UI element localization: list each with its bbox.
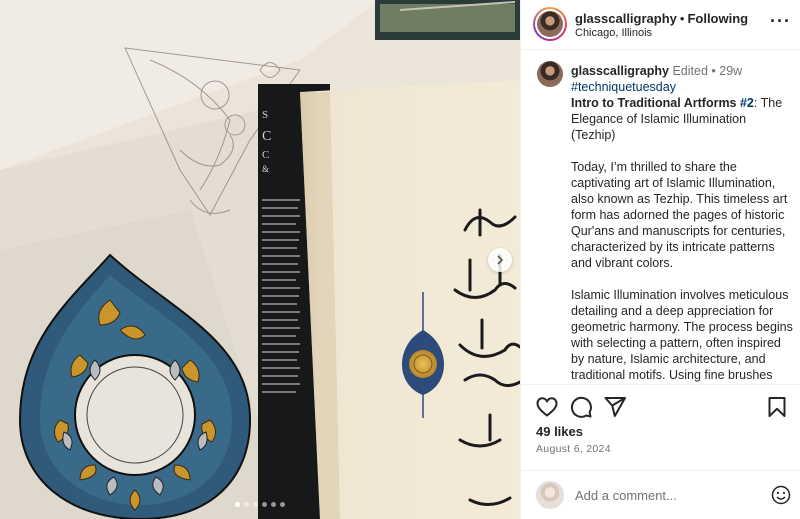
bookmark-icon — [768, 397, 786, 417]
save-button[interactable] — [765, 395, 789, 419]
caption-age[interactable]: 29w — [719, 64, 742, 78]
post-date[interactable]: August 6, 2024 — [536, 443, 611, 455]
caption-title-hashtag[interactable]: #2 — [740, 96, 754, 110]
svg-text:S: S — [262, 109, 268, 121]
chevron-right-icon — [497, 255, 504, 265]
viewer-avatar — [536, 481, 564, 509]
more-horizontal-icon: ··· — [770, 11, 791, 31]
like-button[interactable] — [535, 395, 559, 419]
comment-button[interactable] — [569, 395, 593, 419]
hashtag-link[interactable]: #techniquetuesday — [571, 79, 793, 95]
emoji-button[interactable] — [771, 485, 791, 505]
carousel-dot — [235, 502, 240, 507]
caption-edited-label: Edited — [672, 64, 708, 78]
location-link[interactable]: Chicago, Illinois — [575, 27, 652, 39]
share-button[interactable] — [603, 395, 627, 419]
comment-input[interactable] — [575, 485, 755, 505]
caption-paragraph: Today, I’m thrilled to share the captiva… — [571, 160, 788, 270]
heart-icon — [536, 397, 558, 417]
carousel-dots — [235, 502, 285, 507]
carousel-dot — [280, 502, 285, 507]
carousel-dot — [244, 502, 249, 507]
svg-text:C: C — [262, 149, 269, 161]
caption-scroll-area[interactable]: glasscalligraphy Edited • 29w #technique… — [521, 51, 800, 384]
comment-bar — [521, 470, 800, 519]
post-actions: 49 likes August 6, 2024 — [521, 384, 800, 479]
author-username[interactable]: glasscalligraphy — [575, 11, 677, 26]
caption-title: Intro to Traditional Artforms — [571, 96, 740, 110]
svg-text:C: C — [262, 129, 271, 144]
carousel-next-button[interactable] — [488, 248, 512, 272]
illumination-photo: S C C & — [0, 0, 520, 519]
caption-separator: • — [711, 64, 716, 78]
carousel-dot — [253, 502, 258, 507]
post-photo[interactable]: S C C & — [0, 0, 520, 519]
more-options-button[interactable]: ··· — [770, 11, 791, 31]
caption-body: glasscalligraphy Edited • 29w #technique… — [571, 63, 793, 384]
svg-text:&: & — [262, 164, 269, 174]
likes-count[interactable]: 49 likes — [536, 424, 583, 439]
carousel-dot — [262, 502, 267, 507]
emoji-smile-icon — [771, 485, 791, 505]
send-icon — [604, 397, 626, 417]
author-avatar[interactable] — [533, 7, 567, 41]
header-separator: • — [679, 11, 685, 26]
header-user-line: glasscalligraphy • Following — [575, 11, 748, 26]
caption-username[interactable]: glasscalligraphy — [571, 64, 669, 78]
post-side-panel: glasscalligraphy • Following Chicago, Illi… — [520, 0, 800, 519]
carousel-dot — [271, 502, 276, 507]
post-header: glasscalligraphy • Following Chicago, Illi… — [521, 0, 800, 50]
follow-status-button[interactable]: Following — [687, 11, 748, 26]
caption-author-avatar[interactable] — [537, 61, 563, 87]
caption-paragraph: Islamic Illumination involves meticulous… — [571, 288, 793, 382]
comment-icon — [570, 396, 592, 418]
